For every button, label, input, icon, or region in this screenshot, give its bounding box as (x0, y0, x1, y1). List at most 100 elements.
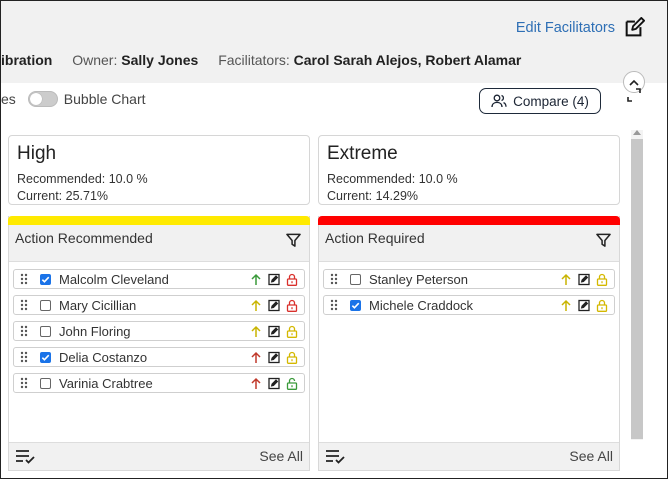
current-percent: Current: 14.29% (327, 189, 419, 203)
arrow-up-icon (251, 377, 261, 389)
employee-card[interactable]: Delia Costanzo (13, 347, 305, 367)
sort-list-icon[interactable] (325, 448, 345, 464)
employee-name: John Floring (59, 323, 131, 339)
select-checkbox[interactable] (350, 273, 361, 285)
chevron-up-icon (629, 79, 639, 86)
facilitators-value: Carol Sarah Alejos, Robert Alamar (293, 52, 522, 68)
employee-name: Varinia Crabtree (59, 375, 153, 391)
employee-card[interactable]: Varinia Crabtree (13, 373, 305, 393)
lock-icon[interactable] (286, 299, 298, 312)
arrow-up-icon (251, 273, 261, 285)
edit-note-icon[interactable] (578, 273, 590, 286)
card-actions (560, 299, 608, 312)
lock-icon[interactable] (596, 299, 608, 312)
edit-facilitators[interactable]: Edit Facilitators (516, 17, 645, 39)
drag-handle-icon[interactable] (20, 299, 28, 311)
scrollbar-thumb[interactable] (631, 139, 643, 439)
see-all-link[interactable]: See All (259, 448, 303, 464)
drag-handle-icon[interactable] (20, 325, 28, 337)
arrow-up-icon (251, 351, 261, 363)
employee-name: Malcolm Cleveland (59, 271, 169, 287)
bubble-chart-label: Bubble Chart (63, 91, 146, 107)
employee-name: Mary Cicillian (59, 297, 137, 313)
card-actions (250, 351, 298, 364)
recommended-percent: Recommended: 10.0 % (17, 172, 148, 186)
drag-handle-icon[interactable] (20, 377, 28, 389)
edit-facilitators-link[interactable]: Edit Facilitators (516, 20, 615, 36)
employee-card[interactable]: John Floring (13, 321, 305, 341)
lane-color-bar (318, 216, 620, 225)
session-name-cutoff: ibration (1, 52, 53, 68)
employee-card[interactable]: Mary Cicillian (13, 295, 305, 315)
view-toggles: es Bubble Chart (1, 91, 146, 107)
employee-name: Michele Craddock (369, 297, 474, 313)
drag-handle-icon[interactable] (330, 299, 338, 311)
recommended-percent: Recommended: 10.0 % (327, 172, 458, 186)
compare-label: Compare (4) (513, 93, 589, 109)
employee-name: Delia Costanzo (59, 349, 148, 365)
level-title: Extreme (327, 143, 398, 164)
action-lane: Action Recommended Malcolm Cleveland Mary… (8, 216, 310, 471)
arrow-up-icon (561, 299, 571, 311)
unlock-icon[interactable] (286, 377, 298, 390)
drag-handle-icon[interactable] (330, 273, 338, 285)
arrow-up-icon (251, 325, 261, 337)
employee-card[interactable]: Michele Craddock (323, 295, 615, 315)
users-icon (491, 94, 507, 108)
employee-card[interactable]: Stanley Peterson (323, 269, 615, 289)
owner-label: Owner: (72, 52, 118, 68)
expand-icon[interactable] (626, 87, 642, 103)
lane-list: Stanley Peterson Michele Craddock (319, 261, 619, 443)
lane-title: Action Required (325, 230, 425, 246)
toggle-label-cutoff: es (1, 91, 16, 107)
lock-icon[interactable] (286, 273, 298, 286)
card-actions (250, 325, 298, 338)
edit-note-icon[interactable] (268, 351, 280, 364)
edit-note-icon[interactable] (268, 325, 280, 338)
select-checkbox[interactable] (40, 299, 51, 311)
lock-icon[interactable] (286, 325, 298, 338)
sort-list-icon[interactable] (15, 448, 35, 464)
lock-icon[interactable] (596, 273, 608, 286)
employee-name: Stanley Peterson (369, 271, 469, 287)
level-title: High (17, 143, 57, 164)
drag-handle-icon[interactable] (20, 273, 28, 285)
select-checkbox[interactable] (40, 273, 51, 285)
lane-title: Action Recommended (15, 230, 153, 246)
arrow-up-icon (251, 299, 261, 311)
scroll-up-arrow[interactable] (633, 130, 641, 135)
select-checkbox[interactable] (40, 351, 51, 363)
lock-icon[interactable] (286, 351, 298, 364)
filter-icon[interactable] (596, 233, 611, 248)
select-checkbox[interactable] (40, 325, 51, 337)
select-checkbox[interactable] (40, 377, 51, 389)
edit-note-icon[interactable] (268, 299, 280, 312)
card-actions (250, 377, 298, 390)
level-summary-card: High Recommended: 10.0 % Current: 25.71% (8, 135, 310, 205)
edit-note-icon[interactable] (578, 299, 590, 312)
edit-note-icon[interactable] (268, 273, 280, 286)
app-frame: Edit Facilitators ibration Owner: Sally … (0, 0, 668, 479)
employee-card[interactable]: Malcolm Cleveland (13, 269, 305, 289)
card-actions (560, 273, 608, 286)
edit-note-icon[interactable] (268, 377, 280, 390)
check-icon (351, 302, 360, 309)
card-actions (250, 273, 298, 286)
card-actions (250, 299, 298, 312)
level-summary-card: Extreme Recommended: 10.0 % Current: 14.… (318, 135, 620, 205)
current-percent: Current: 25.71% (17, 189, 109, 203)
edit-icon[interactable] (623, 17, 645, 39)
session-meta: ibration Owner: Sally Jones Facilitators… (1, 52, 521, 68)
see-all-link[interactable]: See All (569, 448, 613, 464)
lane-list: Malcolm Cleveland Mary Cicillian John Flor… (9, 261, 309, 443)
bubble-chart-toggle[interactable] (27, 91, 58, 107)
compare-button[interactable]: Compare (4) (479, 88, 601, 114)
facilitators-label: Facilitators: (218, 52, 290, 68)
select-checkbox[interactable] (350, 299, 361, 311)
drag-handle-icon[interactable] (20, 351, 28, 363)
check-icon (41, 354, 50, 361)
owner-value: Sally Jones (121, 52, 199, 68)
filter-icon[interactable] (286, 233, 301, 248)
lane-color-bar (8, 216, 310, 225)
main-content: es Bubble Chart Compare (4) High Recomme (1, 71, 667, 478)
